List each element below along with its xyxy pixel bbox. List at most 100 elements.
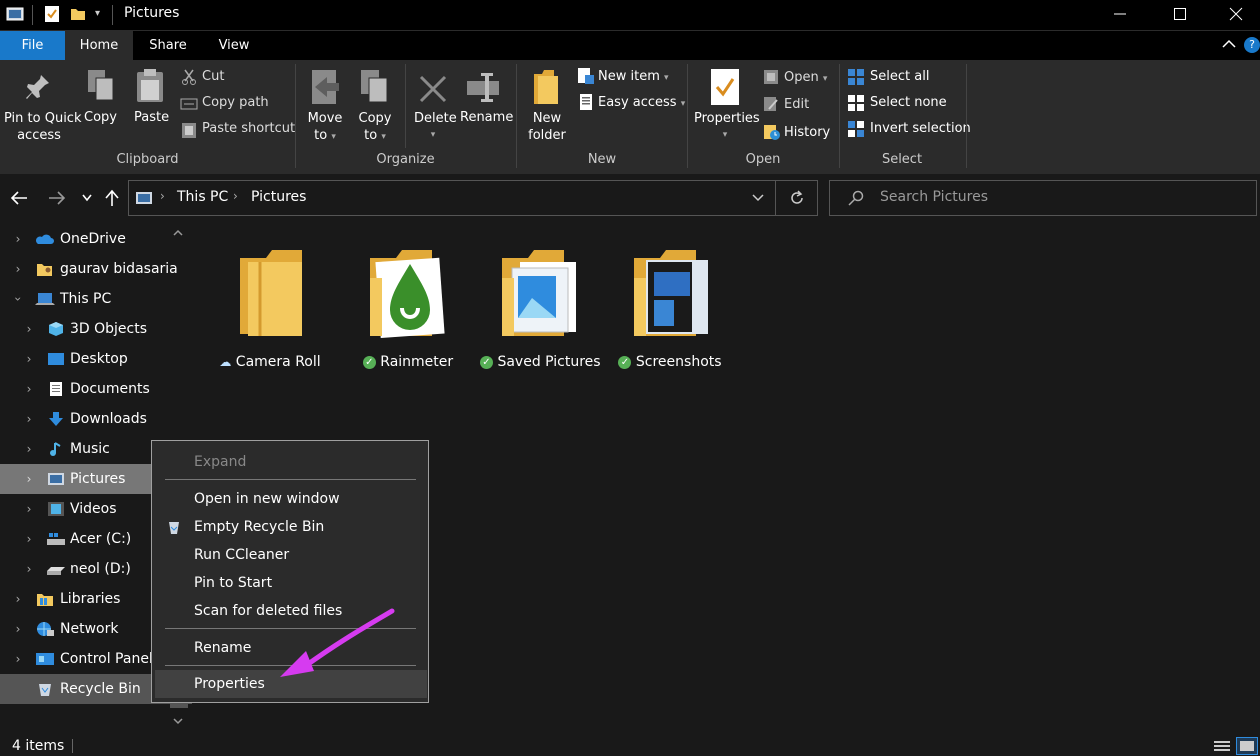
divider	[32, 5, 33, 25]
chevron-right-icon[interactable]: ›	[24, 314, 34, 344]
paste-shortcut-button[interactable]: Paste shortcut	[202, 121, 295, 136]
computer-icon	[35, 291, 55, 307]
nav-item-this-pc[interactable]: › This PC	[0, 284, 192, 314]
chevron-right-icon[interactable]: ›	[24, 464, 34, 494]
menu-item-expand[interactable]: Expand	[152, 448, 428, 476]
chevron-right-icon[interactable]: ›	[13, 254, 23, 284]
folder-with-screenshots-icon	[632, 248, 712, 340]
history-button[interactable]: History	[784, 125, 830, 140]
chevron-right-icon[interactable]: ›	[24, 554, 34, 584]
cut-button[interactable]: Cut	[202, 69, 224, 84]
collapse-ribbon-icon[interactable]	[1221, 37, 1237, 51]
select-all-button[interactable]: Select all	[870, 69, 929, 84]
recycle-bin-icon	[166, 519, 182, 535]
close-icon[interactable]	[1228, 6, 1244, 22]
move-to-button[interactable]: Move to ▾	[306, 110, 344, 146]
help-icon[interactable]: ?	[1244, 37, 1260, 53]
history-icon	[763, 123, 781, 141]
folder-with-images-icon	[500, 248, 580, 340]
back-arrow-icon[interactable]	[10, 190, 28, 206]
chevron-right-icon[interactable]: ›	[13, 584, 23, 614]
new-folder-label-2: folder	[528, 128, 566, 143]
chevron-right-icon[interactable]: ›	[24, 374, 34, 404]
menu-item-open-new-window[interactable]: Open in new window	[152, 485, 428, 513]
dropdown-icon: ▾	[430, 130, 436, 140]
breadcrumb-this-pc[interactable]: This PC	[177, 189, 228, 205]
chevron-right-icon[interactable]: ›	[13, 224, 23, 254]
invert-selection-icon	[848, 121, 865, 138]
easy-access-label: Easy access	[598, 95, 677, 110]
easy-access-button[interactable]: Easy access ▾	[598, 95, 685, 110]
new-folder-quick-icon[interactable]	[70, 6, 86, 22]
folder-name: Rainmeter	[380, 354, 454, 370]
copy-button[interactable]: Copy	[84, 110, 117, 125]
app-icon[interactable]	[6, 6, 24, 22]
open-icon	[763, 69, 779, 85]
copy-to-button[interactable]: Copy to ▾	[356, 110, 394, 146]
move-label: Move	[307, 111, 343, 126]
properties-label: Properties	[694, 111, 760, 126]
pin-to-quick-access-button[interactable]: Pin to Quick access	[4, 110, 81, 144]
open-button[interactable]: Open ▾	[784, 70, 827, 85]
chevron-right-icon[interactable]: ›	[13, 644, 23, 674]
properties-quick-icon[interactable]	[44, 5, 60, 23]
nav-item-3d-objects[interactable]: › 3D Objects	[0, 314, 192, 344]
tab-share[interactable]: Share	[136, 31, 200, 60]
recent-locations-chevron-icon[interactable]	[81, 193, 93, 203]
nav-item-downloads[interactable]: › Downloads	[0, 404, 192, 434]
large-icons-view-icon[interactable]	[1236, 737, 1258, 755]
dropdown-icon: ▾	[381, 132, 386, 142]
menu-item-pin-to-start[interactable]: Pin to Start	[152, 569, 428, 597]
address-bar[interactable]: › This PC › Pictures	[128, 180, 818, 216]
breadcrumb-pictures[interactable]: Pictures	[251, 189, 306, 205]
details-view-icon[interactable]	[1213, 739, 1231, 753]
dropdown-icon: ▾	[664, 73, 669, 83]
delete-button[interactable]: Delete ▾	[414, 110, 457, 144]
chevron-down-icon[interactable]: ›	[3, 294, 33, 304]
chevron-right-icon[interactable]: ›	[24, 344, 34, 374]
quick-access-dropdown-icon[interactable]: ▾	[95, 8, 100, 19]
properties-button[interactable]: Properties ▾	[694, 110, 760, 144]
minimize-icon[interactable]	[1112, 6, 1128, 22]
up-arrow-icon[interactable]	[104, 189, 120, 207]
breadcrumb-separator-icon: ›	[160, 189, 165, 203]
search-icon	[848, 190, 864, 206]
tab-file[interactable]: File	[0, 31, 65, 60]
tab-home[interactable]: Home	[65, 31, 133, 60]
edit-button[interactable]: Edit	[784, 97, 809, 112]
chevron-right-icon[interactable]: ›	[13, 614, 23, 644]
copy-to-text: to	[364, 128, 378, 143]
nav-item-desktop[interactable]: › Desktop	[0, 344, 192, 374]
maximize-icon[interactable]	[1172, 6, 1188, 22]
title-bar: ▾ Pictures	[0, 0, 1260, 31]
forward-arrow-icon[interactable]	[48, 190, 66, 206]
nav-item-onedrive[interactable]: › OneDrive	[0, 224, 192, 254]
menu-label: Properties	[194, 676, 265, 692]
chevron-right-icon[interactable]: ›	[24, 494, 34, 524]
menu-label: Expand	[194, 454, 247, 470]
synced-check-icon: ✓	[618, 355, 632, 369]
invert-selection-button[interactable]: Invert selection	[870, 121, 971, 136]
search-box[interactable]: Search Pictures	[829, 180, 1257, 216]
chevron-right-icon[interactable]: ›	[24, 524, 34, 554]
new-folder-button[interactable]: New folder	[526, 110, 568, 144]
paste-button[interactable]: Paste	[134, 110, 169, 125]
move-to-text: to	[314, 128, 328, 143]
desktop-icon	[47, 351, 64, 367]
copy-path-button[interactable]: Copy path	[202, 95, 269, 110]
scroll-down-icon[interactable]	[172, 716, 184, 726]
new-item-button[interactable]: New item ▾	[598, 69, 669, 84]
chevron-right-icon[interactable]: ›	[24, 434, 34, 464]
tab-view[interactable]: View	[204, 31, 264, 60]
menu-item-run-ccleaner[interactable]: Run CCleaner	[152, 541, 428, 569]
refresh-icon[interactable]	[789, 190, 805, 206]
nav-item-user-folder[interactable]: › gaurav bidasaria	[0, 254, 192, 284]
rename-button[interactable]: Rename	[460, 110, 513, 125]
menu-item-empty-recycle-bin[interactable]: Empty Recycle Bin	[152, 513, 428, 541]
address-history-chevron-icon[interactable]	[751, 193, 765, 203]
nav-item-documents[interactable]: › Documents	[0, 374, 192, 404]
libraries-icon	[36, 591, 53, 607]
select-none-button[interactable]: Select none	[870, 95, 947, 110]
organize-group-label: Organize	[376, 152, 435, 167]
chevron-right-icon[interactable]: ›	[24, 404, 34, 434]
